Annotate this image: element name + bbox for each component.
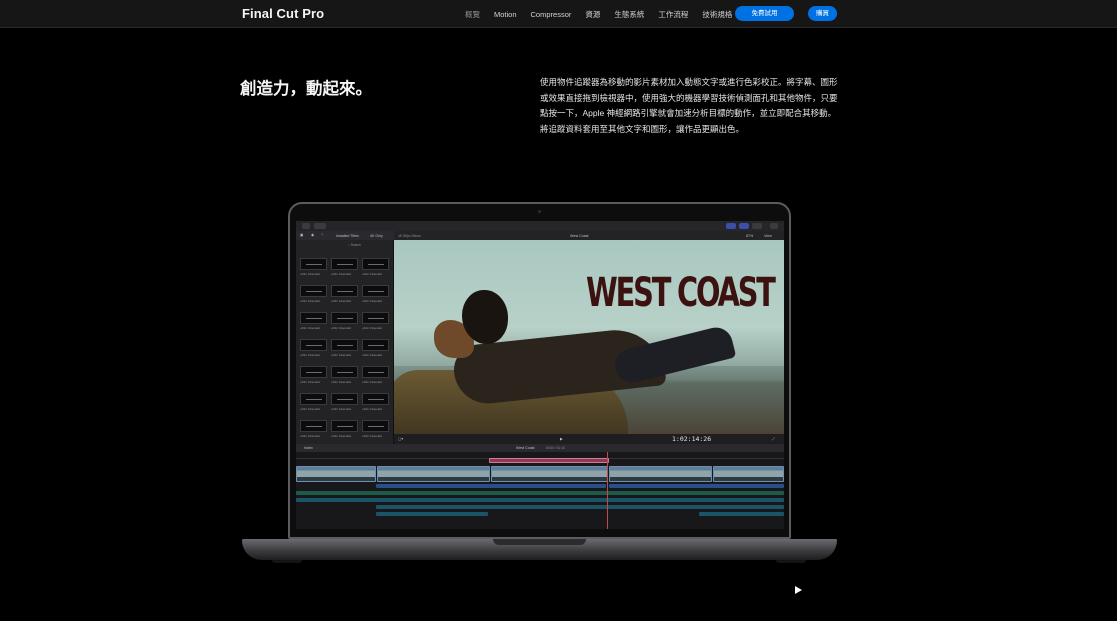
title-thumbnail[interactable]: +Film Cinematic [331, 362, 359, 389]
camera-icon [538, 210, 541, 213]
play-icon[interactable] [795, 586, 802, 594]
title-thumbnail[interactable]: +Film Cinematic [331, 416, 359, 443]
timeline-index-button[interactable]: Index [304, 446, 313, 450]
titles-icon[interactable]: T [321, 233, 323, 237]
playhead[interactable] [607, 452, 608, 529]
titles-browser: ▣ ◉ T Installed Titles 4K Only ⌕ Search … [296, 231, 394, 444]
music-clip[interactable] [296, 491, 784, 495]
view-menu[interactable]: View [764, 234, 772, 238]
macbook-base [242, 539, 837, 560]
title-thumbnail[interactable]: +Film Cinematic [362, 389, 390, 416]
title-clip[interactable] [489, 458, 609, 463]
title-thumbnail[interactable]: +Film Cinematic [300, 389, 328, 416]
title-thumbnail[interactable]: +Film Cinematic [300, 281, 328, 308]
nav-link-resources[interactable]: 資源 [585, 9, 600, 20]
import-icon[interactable] [302, 223, 310, 229]
browser-header: ▣ ◉ T Installed Titles 4K Only [296, 231, 394, 240]
global-nav: Final Cut Pro 概覽 Motion Compressor 資源 生態… [0, 0, 1117, 28]
fcp-app-screenshot: ▣ ◉ T Installed Titles 4K Only ⌕ Search … [296, 221, 784, 529]
title-thumbnail[interactable]: +Film Cinematic [300, 254, 328, 281]
video-clip[interactable] [713, 466, 784, 482]
browser-search[interactable]: ⌕ Search [348, 243, 361, 247]
library-icon[interactable]: ▣ [300, 233, 303, 237]
nav-link-motion[interactable]: Motion [494, 10, 517, 19]
fullscreen-icon[interactable]: ⤢ [772, 437, 775, 441]
viewer-clip-name: West Coast [570, 233, 589, 238]
viewer-controls: ▢▾ ▶ 1:02:14:26 ⤢ [394, 434, 784, 444]
nav-link-compressor[interactable]: Compressor [531, 10, 572, 19]
video-clip[interactable] [609, 466, 712, 482]
title-thumbnail[interactable]: +Film Cinematic [331, 308, 359, 335]
timecode-display: 1:02:14:26 [672, 435, 712, 443]
ambience-clip[interactable] [296, 498, 784, 502]
browser-filter[interactable]: 4K Only [370, 234, 383, 238]
macbook-display: ▣ ◉ T Installed Titles 4K Only ⌕ Search … [288, 202, 791, 539]
buy-button[interactable]: 購買 [808, 6, 837, 21]
project-duration: 00:00 / 01:13 [546, 446, 565, 451]
title-thumbnail[interactable]: +Film Cinematic [362, 281, 390, 308]
project-name[interactable]: West Coast [516, 446, 535, 450]
nav-links: 概覽 Motion Compressor 資源 生態系統 工作流程 技術規格 [465, 0, 746, 28]
tracked-title-overlay[interactable]: WEST COAST [586, 270, 776, 316]
title-thumbnail[interactable]: +Film Cinematic [300, 362, 328, 389]
search-placeholder: Search [350, 243, 361, 247]
viewer-header: 4K 30fps Stereo West Coast 87% View [394, 231, 784, 240]
viewer-play-icon[interactable]: ▶ [560, 437, 563, 441]
title-thumbnail[interactable]: +Film Cinematic [331, 254, 359, 281]
title-thumbnail[interactable]: +Film Cinematic [300, 308, 328, 335]
zoom-level[interactable]: 87% [746, 234, 753, 238]
title-thumbnail[interactable]: +Film Cinematic [331, 335, 359, 362]
layout-icon[interactable] [726, 223, 736, 229]
grid-icon[interactable] [752, 223, 762, 229]
macbook-foot [272, 560, 302, 563]
title-thumbnail[interactable]: +Film Cinematic [362, 254, 390, 281]
sfx-clip[interactable] [699, 512, 784, 516]
section-description: 使用物件追蹤器為移動的影片素材加入動態文字或進行色彩校正。將字幕、圖形或效果直接… [540, 77, 838, 134]
browser-heading[interactable]: Installed Titles [336, 234, 359, 238]
title-thumbnail[interactable]: +Film Cinematic [300, 335, 328, 362]
title-thumbnail[interactable]: +Film Cinematic [362, 308, 390, 335]
title-thumbnail-grid: +Film Cinematic +Film Cinematic +Film Ci… [300, 254, 390, 443]
macbook-notch [493, 539, 586, 545]
title-thumbnail[interactable]: +Film Cinematic [362, 416, 390, 443]
audio-clip[interactable] [376, 484, 606, 488]
timeline-header: Index West Coast 00:00 / 01:13 [296, 444, 784, 452]
audio-clip[interactable] [609, 484, 784, 488]
viewer-format: 4K 30fps Stereo [398, 233, 421, 238]
magnetic-timeline[interactable] [296, 452, 784, 529]
brand-title[interactable]: Final Cut Pro [242, 6, 324, 21]
share-icon[interactable] [770, 223, 778, 229]
video-clip[interactable] [377, 466, 490, 482]
person-head-image [462, 290, 508, 344]
keywords-icon[interactable] [314, 223, 326, 229]
nav-link-workflow[interactable]: 工作流程 [658, 9, 688, 20]
nav-link-overview[interactable]: 概覽 [465, 9, 480, 20]
photos-icon[interactable]: ◉ [311, 233, 314, 237]
title-thumbnail[interactable]: +Film Cinematic [331, 389, 359, 416]
video-clip[interactable] [296, 466, 376, 482]
ambience-clip[interactable] [376, 505, 784, 509]
nav-link-specs[interactable]: 技術規格 [702, 9, 732, 20]
app-toolbar [296, 221, 784, 231]
video-viewer[interactable]: WEST COAST [394, 240, 784, 434]
nav-link-ecosystem[interactable]: 生態系統 [614, 9, 644, 20]
title-thumbnail[interactable]: +Film Cinematic [362, 362, 390, 389]
video-clip[interactable] [491, 466, 608, 482]
sfx-clip[interactable] [376, 512, 488, 516]
transform-icon[interactable]: ▢▾ [398, 437, 403, 441]
title-thumbnail[interactable]: +Film Cinematic [300, 416, 328, 443]
macbook-foot [776, 560, 806, 563]
inspector-toggle-icon[interactable] [739, 223, 749, 229]
title-thumbnail[interactable]: +Film Cinematic [331, 281, 359, 308]
free-trial-button[interactable]: 免費試用 [735, 6, 794, 21]
section-headline: 創造力，動起來。 [240, 80, 372, 98]
title-thumbnail[interactable]: +Film Cinematic [362, 335, 390, 362]
